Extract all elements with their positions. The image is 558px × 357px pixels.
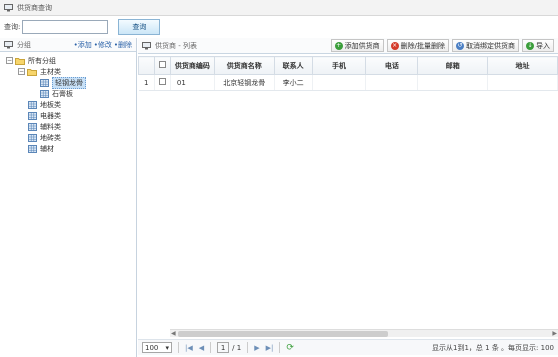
group-panel: 分组 •添加 •修改 •删除 − 所有分组 − 主材类 轻钢龙骨 石膏板 地板类 (0, 38, 137, 357)
search-label: 查询: (4, 23, 21, 31)
next-page-icon[interactable]: ▶ (254, 344, 259, 352)
column-header-email[interactable]: 邮箱 (417, 56, 489, 75)
separator (210, 342, 212, 353)
group-panel-header: 分组 •添加 •修改 •删除 (0, 38, 136, 52)
group-panel-title: 分组 (17, 40, 31, 49)
tree-node-category[interactable]: 辅料类 (0, 121, 136, 132)
grid-icon (28, 122, 37, 131)
tree-node-category[interactable]: 电器类 (0, 110, 136, 121)
grid-icon (28, 144, 37, 153)
window-title: 供货商查询 (17, 3, 52, 12)
folder-open-icon (15, 57, 25, 65)
grid-icon (28, 111, 37, 120)
select-all-header[interactable] (153, 56, 171, 75)
group-tree: − 所有分组 − 主材类 轻钢龙骨 石膏板 地板类 电器类 辅料类 地砖类 辅材 (0, 52, 136, 154)
plus-icon: + (334, 41, 343, 50)
tree-node-child[interactable]: 石膏板 (0, 88, 136, 99)
separator (178, 342, 179, 353)
table-row[interactable]: 1 01 北京轻钢龙骨 李小二 (138, 74, 558, 91)
refresh-icon: ↺ (456, 41, 464, 50)
total-pages: / 1 (232, 343, 242, 352)
delete-group-link[interactable]: •删除 (114, 40, 132, 50)
separator (279, 342, 281, 353)
edit-group-link[interactable]: •修改 (94, 40, 112, 50)
scrollbar-thumb[interactable] (178, 331, 388, 337)
page-number-input[interactable]: 1 (217, 342, 230, 353)
supplier-panel: 供货商 - 列表 + 添加供货商 × 删除/批量删除 ↺ 取消绑定供货商 ↓ 导… (138, 38, 558, 357)
tree-node-category[interactable]: 辅材 (0, 143, 136, 154)
import-button[interactable]: ↓ 导入 (522, 39, 554, 52)
tree-node-label: 辅材 (40, 144, 54, 153)
grid-icon (28, 100, 37, 109)
tree-node-label: 辅料类 (40, 122, 61, 131)
column-header-mobile[interactable]: 手机 (311, 56, 367, 75)
delete-supplier-button[interactable]: × 删除/批量删除 (386, 39, 449, 52)
cell-address (487, 74, 558, 91)
search-input[interactable] (22, 20, 109, 34)
cell-phone (365, 74, 419, 91)
column-header-phone[interactable]: 电话 (365, 56, 419, 75)
cell-contact: 李小二 (274, 74, 313, 91)
supplier-table: 供货商编码 供货商名称 联系人 手机 电话 邮箱 地址 1 01 北京轻钢龙骨 … (138, 56, 558, 91)
monitor-icon (4, 3, 13, 11)
search-button[interactable]: 查询 (118, 19, 161, 35)
last-page-icon[interactable]: ▶| (266, 344, 274, 352)
table-header-row: 供货商编码 供货商名称 联系人 手机 电话 邮箱 地址 (138, 56, 558, 75)
collapse-toggle-icon[interactable]: − (18, 68, 25, 75)
pagination-bar: 100 ▾ |◀ ◀ 1 / 1 ▶ ▶| ⟳ 显示从1到1，总 1 条 。每页… (138, 339, 558, 355)
cell-mobile (312, 74, 367, 91)
cell-email (417, 74, 489, 91)
row-number-header (138, 56, 155, 75)
tree-node-label: 主材类 (40, 67, 61, 76)
grid-icon (28, 133, 37, 142)
column-header-name[interactable]: 供货商名称 (213, 56, 275, 75)
tree-node-category[interactable]: 地砖类 (0, 132, 136, 143)
monitor-icon (142, 41, 151, 49)
tree-node-child-selected[interactable]: 轻钢龙骨 (0, 76, 136, 89)
column-header-address[interactable]: 地址 (487, 56, 558, 75)
add-supplier-button[interactable]: + 添加供货商 (330, 39, 384, 52)
tree-node-root[interactable]: − 所有分组 (0, 55, 136, 66)
unbind-supplier-button[interactable]: ↺ 取消绑定供货商 (452, 39, 519, 52)
page-size-select[interactable]: 100 ▾ (142, 342, 172, 353)
tree-node-label: 地板类 (40, 100, 61, 109)
cell-code: 01 (170, 74, 215, 91)
refresh-icon[interactable]: ⟳ (286, 343, 294, 353)
tree-node-group[interactable]: − 主材类 (0, 66, 136, 77)
tree-node-category[interactable]: 地板类 (0, 99, 136, 110)
horizontal-scrollbar[interactable]: ◀ ▶ (170, 329, 558, 337)
column-header-code[interactable]: 供货商编码 (169, 56, 215, 75)
cell-name: 北京轻钢龙骨 (214, 74, 275, 91)
grid-icon (40, 89, 49, 98)
search-bar: 查询: 查询 (0, 16, 558, 38)
first-page-icon[interactable]: |◀ (185, 344, 193, 352)
supplier-list-title: 供货商 - 列表 (155, 41, 197, 50)
download-icon: ↓ (526, 41, 534, 50)
tree-node-label: 地砖类 (40, 133, 61, 142)
separator (247, 342, 249, 353)
chevron-down-icon: ▾ (165, 343, 169, 352)
scroll-right-icon[interactable]: ▶ (552, 330, 557, 337)
folder-open-icon (27, 68, 37, 76)
row-checkbox-cell[interactable] (154, 74, 171, 91)
select-all-checkbox[interactable] (158, 61, 166, 68)
row-number: 1 (138, 74, 155, 91)
grid-icon (40, 78, 49, 87)
collapse-toggle-icon[interactable]: − (6, 57, 13, 64)
supplier-toolbar: 供货商 - 列表 + 添加供货商 × 删除/批量删除 ↺ 取消绑定供货商 ↓ 导… (138, 38, 558, 54)
tree-node-label: 石膏板 (52, 89, 73, 98)
tree-node-label: 所有分组 (28, 56, 56, 65)
prev-page-icon[interactable]: ◀ (199, 344, 204, 352)
scroll-left-icon[interactable]: ◀ (171, 330, 176, 337)
monitor-icon (4, 40, 13, 48)
row-checkbox[interactable] (158, 78, 166, 85)
window-titlebar: 供货商查询 (0, 0, 558, 16)
tree-node-label: 轻钢龙骨 (52, 76, 86, 89)
tree-node-label: 电器类 (40, 111, 61, 120)
delete-icon: × (390, 41, 399, 50)
add-group-link[interactable]: •添加 (74, 40, 92, 50)
column-header-contact[interactable]: 联系人 (273, 56, 313, 75)
pagination-info: 显示从1到1，总 1 条 。每页显示: 100 (432, 343, 554, 352)
